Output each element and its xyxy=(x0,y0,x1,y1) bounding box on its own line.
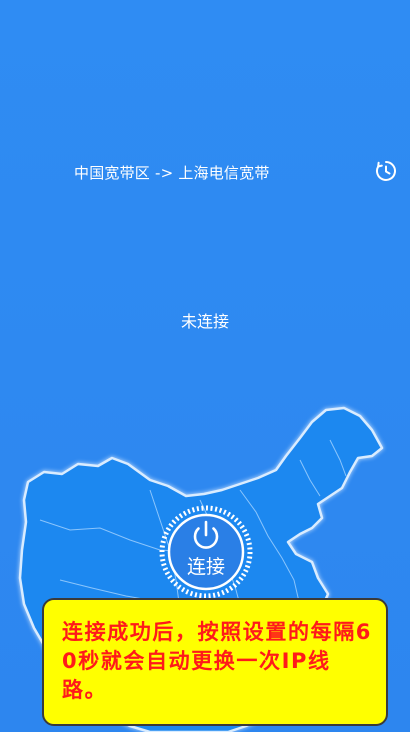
connect-button-label: 连接 xyxy=(186,556,225,578)
tip-card: 连接成功后，按照设置的每隔60秒就会自动更换一次IP线路。 xyxy=(42,598,388,726)
app-screen: 中国宽带区 -> 上海电信宽带 未连接 连接 连接成功后，按照设置的每隔60秒就… xyxy=(0,0,410,732)
connect-button[interactable]: 连接 xyxy=(158,504,254,600)
tip-text: 连接成功后，按照设置的每隔60秒就会自动更换一次IP线路。 xyxy=(62,620,373,702)
route-label[interactable]: 中国宽带区 -> 上海电信宽带 xyxy=(74,162,270,183)
route-bar: 中国宽带区 -> 上海电信宽带 xyxy=(0,160,410,184)
timer-icon[interactable] xyxy=(375,160,397,182)
connection-status: 未连接 xyxy=(180,312,229,331)
